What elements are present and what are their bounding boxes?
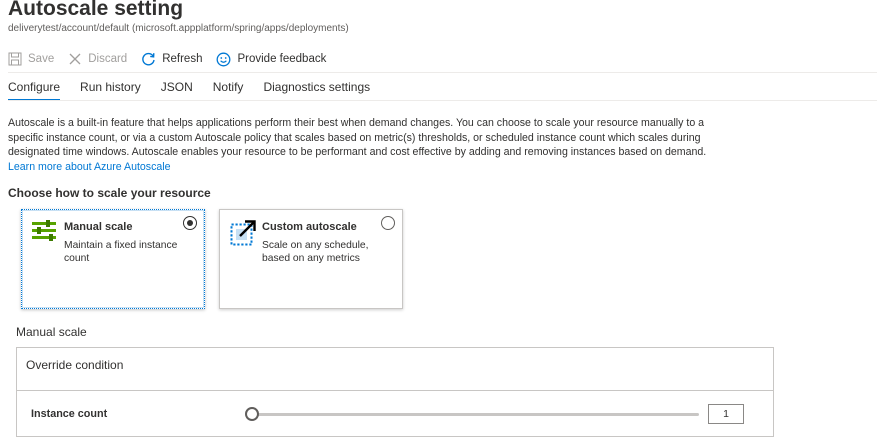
manual-scale-description: Maintain a fixed instance count [64,240,178,264]
refresh-label: Refresh [162,53,203,65]
tab-run-history[interactable]: Run history [80,80,141,101]
override-condition-label: Override condition [26,358,124,372]
manual-scale-title: Manual scale [64,221,133,233]
provide-feedback-button[interactable]: Provide feedback [216,52,326,67]
tabs-divider [8,100,877,101]
tab-configure[interactable]: Configure [8,80,61,101]
discard-label: Discard [88,53,128,65]
save-icon [8,52,22,66]
resource-path: deliverytest/account/default (microsoft.… [8,23,349,34]
command-bar: Save Discard Refresh Provide feedback [8,50,340,68]
override-condition-header: Override condition [17,348,773,391]
refresh-icon [142,52,155,65]
custom-autoscale-radio[interactable] [381,216,395,230]
manual-scale-option[interactable]: Manual scale Maintain a fixed instance c… [21,209,205,309]
instance-count-slider-track[interactable] [251,413,699,416]
override-condition-panel: Override condition Instance count 1 [16,347,774,437]
feedback-label: Provide feedback [237,53,327,65]
tab-json[interactable]: JSON [161,80,193,101]
save-button[interactable]: Save [8,52,54,66]
description-text: Autoscale is a built-in feature that hel… [8,117,707,159]
instance-count-input[interactable]: 1 [708,404,744,424]
feedback-icon [217,52,231,66]
save-label: Save [28,53,55,65]
scale-method-heading: Choose how to scale your resource [8,186,211,200]
tab-diagnostics-settings[interactable]: Diagnostics settings [263,80,370,101]
tab-bar: Configure Run history JSON Notify Diagno… [8,80,390,101]
manual-scale-section-label: Manual scale [16,325,87,339]
discard-icon [69,53,81,65]
instance-count-label: Instance count [31,408,108,420]
autoscale-description: Autoscale is a built-in feature that hel… [8,116,733,174]
refresh-button[interactable]: Refresh [141,52,202,67]
manual-scale-icon [32,220,56,241]
learn-more-link[interactable]: Learn more about Azure Autoscale [8,161,171,173]
tab-notify[interactable]: Notify [213,80,244,101]
custom-autoscale-title: Custom autoscale [262,221,357,233]
custom-autoscale-icon [230,220,256,246]
custom-autoscale-description: Scale on any schedule, based on any metr… [262,240,369,264]
manual-scale-radio[interactable] [183,216,197,230]
instance-count-slider-thumb[interactable] [245,407,259,421]
custom-autoscale-option[interactable]: Custom autoscale Scale on any schedule, … [219,209,403,309]
discard-button[interactable]: Discard [68,52,127,66]
page-title: Autoscale setting [8,0,184,20]
toolbar-divider [8,72,877,73]
